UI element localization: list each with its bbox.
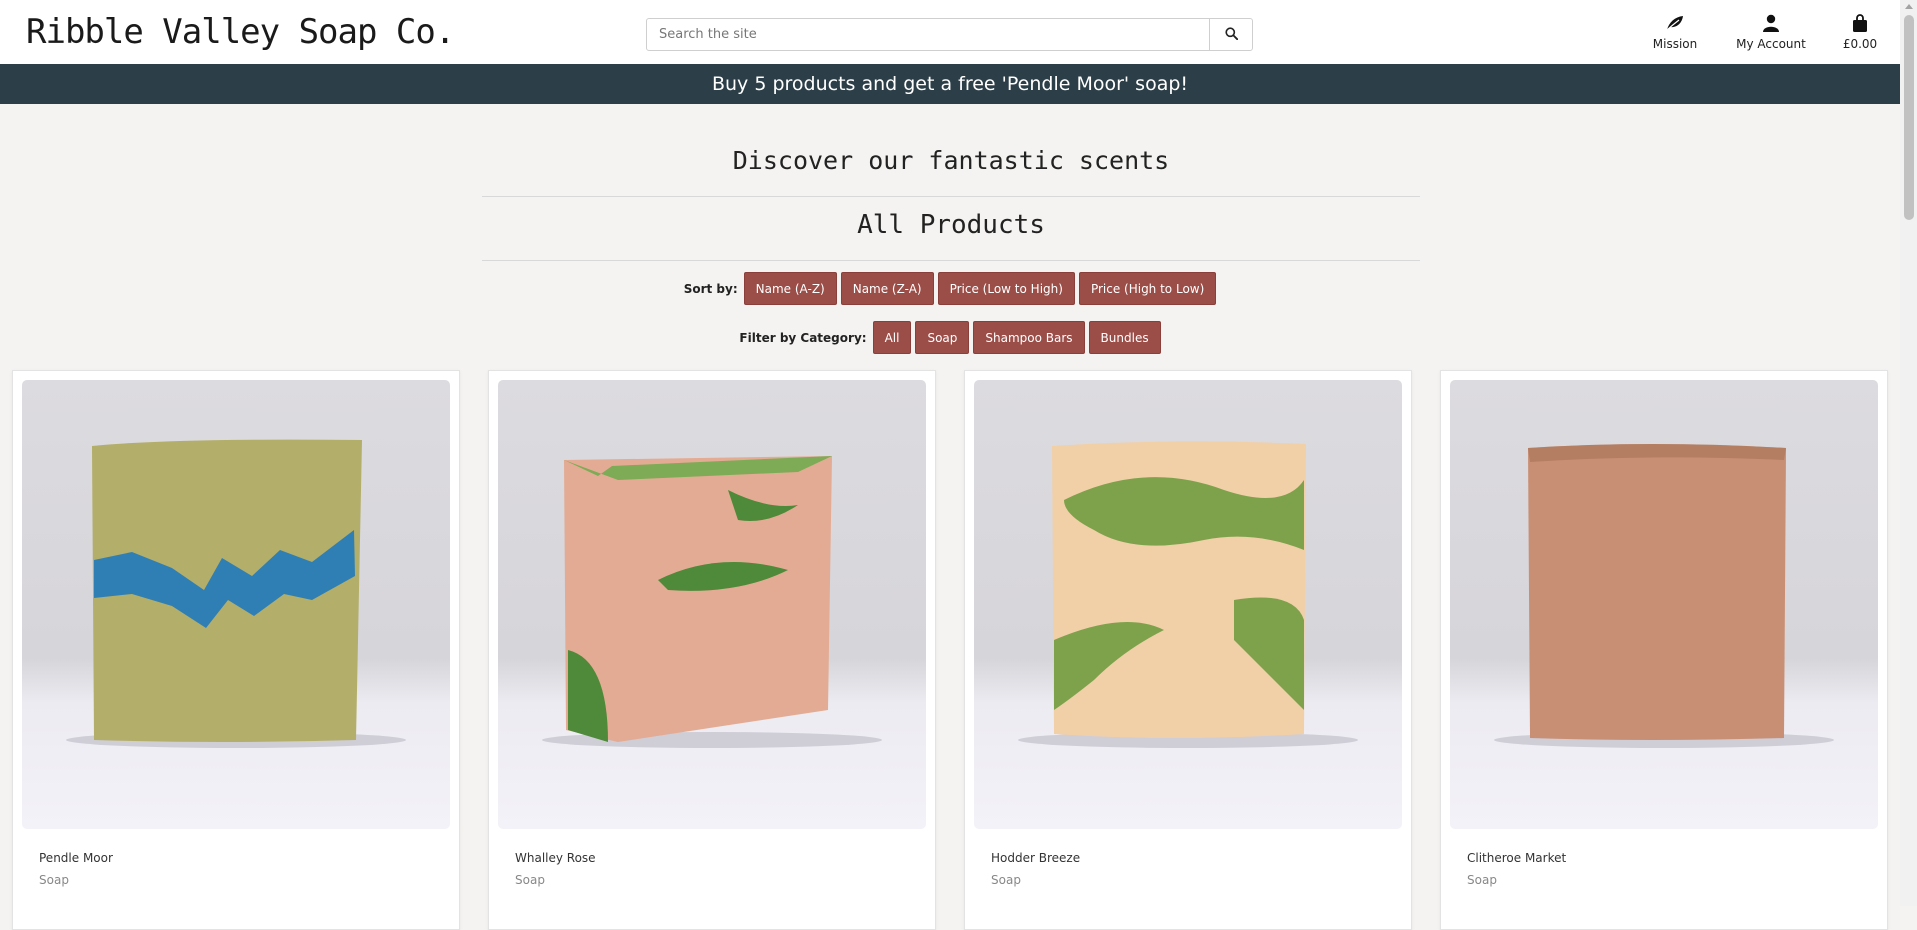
filter-bundles-button[interactable]: Bundles bbox=[1088, 321, 1161, 354]
scroll-up-arrow-icon[interactable] bbox=[1905, 4, 1913, 9]
filter-label: Filter by Category: bbox=[739, 330, 867, 345]
basket-total: £0.00 bbox=[1842, 37, 1878, 51]
product-name[interactable]: Pendle Moor bbox=[39, 851, 113, 865]
nav-mission-label: Mission bbox=[1652, 37, 1698, 51]
product-category: Soap bbox=[39, 873, 69, 887]
promo-banner: Buy 5 products and get a free 'Pendle Mo… bbox=[0, 64, 1900, 104]
product-name[interactable]: Whalley Rose bbox=[515, 851, 596, 865]
search-icon bbox=[1224, 25, 1238, 44]
nav-my-account[interactable]: My Account bbox=[1735, 12, 1807, 51]
promo-banner-text: Buy 5 products and get a free 'Pendle Mo… bbox=[711, 73, 1189, 95]
search-input[interactable] bbox=[647, 19, 1211, 50]
divider bbox=[482, 260, 1420, 261]
product-image[interactable] bbox=[22, 380, 450, 829]
site-header: Ribble Valley Soap Co. Mission bbox=[0, 0, 1900, 64]
scrollbar-thumb[interactable] bbox=[1904, 15, 1914, 220]
sort-price-desc-button[interactable]: Price (High to Low) bbox=[1078, 272, 1217, 305]
divider bbox=[482, 196, 1420, 197]
leaf-icon bbox=[1650, 12, 1700, 34]
search-button[interactable] bbox=[1209, 19, 1252, 50]
sort-price-asc-button[interactable]: Price (Low to High) bbox=[937, 272, 1075, 305]
product-card[interactable]: Whalley Rose Soap bbox=[488, 370, 936, 930]
sort-name-asc-button[interactable]: Name (A-Z) bbox=[743, 272, 837, 305]
nav-basket[interactable]: £0.00 bbox=[1838, 12, 1882, 51]
product-category: Soap bbox=[515, 873, 545, 887]
nav-my-account-label: My Account bbox=[1736, 37, 1806, 51]
brand-logo[interactable]: Ribble Valley Soap Co. bbox=[26, 12, 455, 52]
sort-label: Sort by: bbox=[683, 281, 738, 296]
search-form bbox=[646, 18, 1253, 51]
product-card[interactable]: Hodder Breeze Soap bbox=[964, 370, 1412, 930]
filter-soap-button[interactable]: Soap bbox=[915, 321, 970, 354]
discover-heading: Discover our fantastic scents bbox=[732, 146, 1170, 175]
product-category: Soap bbox=[1467, 873, 1497, 887]
product-card[interactable]: Clitheroe Market Soap bbox=[1440, 370, 1888, 930]
product-image[interactable] bbox=[498, 380, 926, 829]
product-card[interactable]: Pendle Moor Soap bbox=[12, 370, 460, 930]
sort-name-desc-button[interactable]: Name (Z-A) bbox=[840, 272, 934, 305]
sort-bar: Sort by: Name (A-Z) Name (Z-A) Price (Lo… bbox=[0, 272, 1900, 305]
filter-all-button[interactable]: All bbox=[872, 321, 912, 354]
shopping-bag-icon bbox=[1838, 12, 1882, 34]
filter-bar: Filter by Category: All Soap Shampoo Bar… bbox=[0, 321, 1900, 354]
product-name[interactable]: Clitheroe Market bbox=[1467, 851, 1566, 865]
product-image[interactable] bbox=[1450, 380, 1878, 829]
user-icon bbox=[1735, 12, 1807, 34]
product-category: Soap bbox=[991, 873, 1021, 887]
page-title: All Products bbox=[857, 210, 1045, 240]
product-image[interactable] bbox=[974, 380, 1402, 829]
product-name[interactable]: Hodder Breeze bbox=[991, 851, 1080, 865]
filter-shampoo-bars-button[interactable]: Shampoo Bars bbox=[973, 321, 1085, 354]
nav-mission[interactable]: Mission bbox=[1650, 12, 1700, 51]
page-scrollbar[interactable] bbox=[1900, 0, 1917, 906]
